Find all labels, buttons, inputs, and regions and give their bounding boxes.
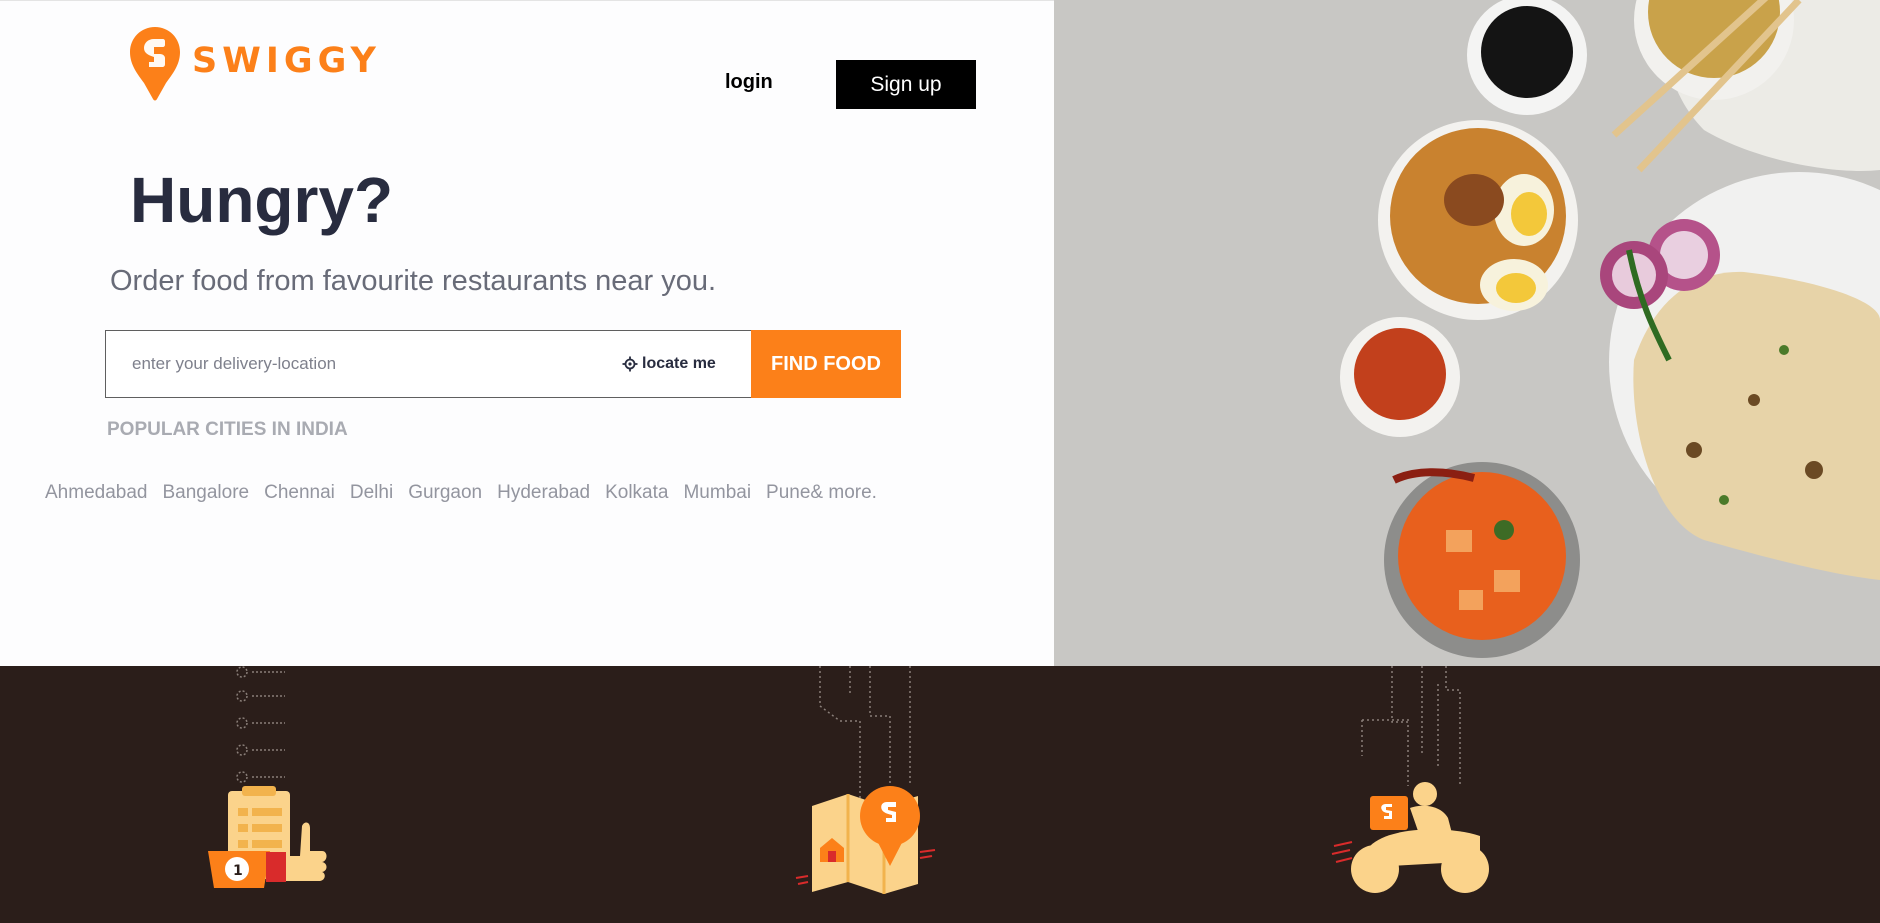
popular-cities-heading: POPULAR CITIES IN INDIA [107, 419, 348, 440]
city-link[interactable]: Pune& more. [766, 482, 877, 504]
city-link[interactable]: Chennai [264, 482, 335, 504]
crosshair-icon [622, 356, 638, 372]
delivery-location-input[interactable] [106, 331, 576, 397]
svg-text:1: 1 [233, 863, 243, 879]
hero-section: SWIGGY login Sign up Hungry? Order food … [0, 0, 1880, 666]
city-link[interactable]: Kolkata [605, 482, 668, 504]
page-title: Hungry? [130, 164, 394, 236]
city-link[interactable]: Hyderabad [497, 482, 590, 504]
city-link[interactable]: Delhi [350, 482, 393, 504]
locate-me-label: locate me [642, 355, 716, 372]
delivery-scooter-icon [1331, 666, 1489, 893]
city-link[interactable]: Mumbai [683, 482, 751, 504]
popular-cities-list: Ahmedabad Bangalore Chennai Delhi Gurgao… [45, 482, 892, 504]
features-section: 1 [0, 666, 1880, 923]
map-location-pin-icon [795, 666, 936, 894]
location-search-box: locate me [105, 330, 752, 398]
signup-button[interactable]: Sign up [836, 60, 976, 109]
hero-subtitle: Order food from favourite restaurants ne… [110, 265, 717, 297]
city-link[interactable]: Gurgaon [408, 482, 482, 504]
hero-food-image [1054, 0, 1880, 666]
food-platter-illustration [1054, 0, 1880, 666]
swiggy-pin-logo-icon [130, 27, 180, 101]
find-food-button[interactable]: FIND FOOD [751, 330, 901, 398]
brand-logo[interactable]: SWIGGY [130, 27, 381, 101]
locate-me-button[interactable]: locate me [622, 355, 716, 373]
login-link[interactable]: login [725, 71, 773, 94]
hero-left-panel: SWIGGY login Sign up Hungry? Order food … [0, 0, 1054, 666]
order-checklist-thumbs-up-icon: 1 [208, 666, 327, 888]
city-link[interactable]: Ahmedabad [45, 482, 147, 504]
city-link[interactable]: Bangalore [162, 482, 249, 504]
brand-name: SWIGGY [192, 41, 381, 81]
